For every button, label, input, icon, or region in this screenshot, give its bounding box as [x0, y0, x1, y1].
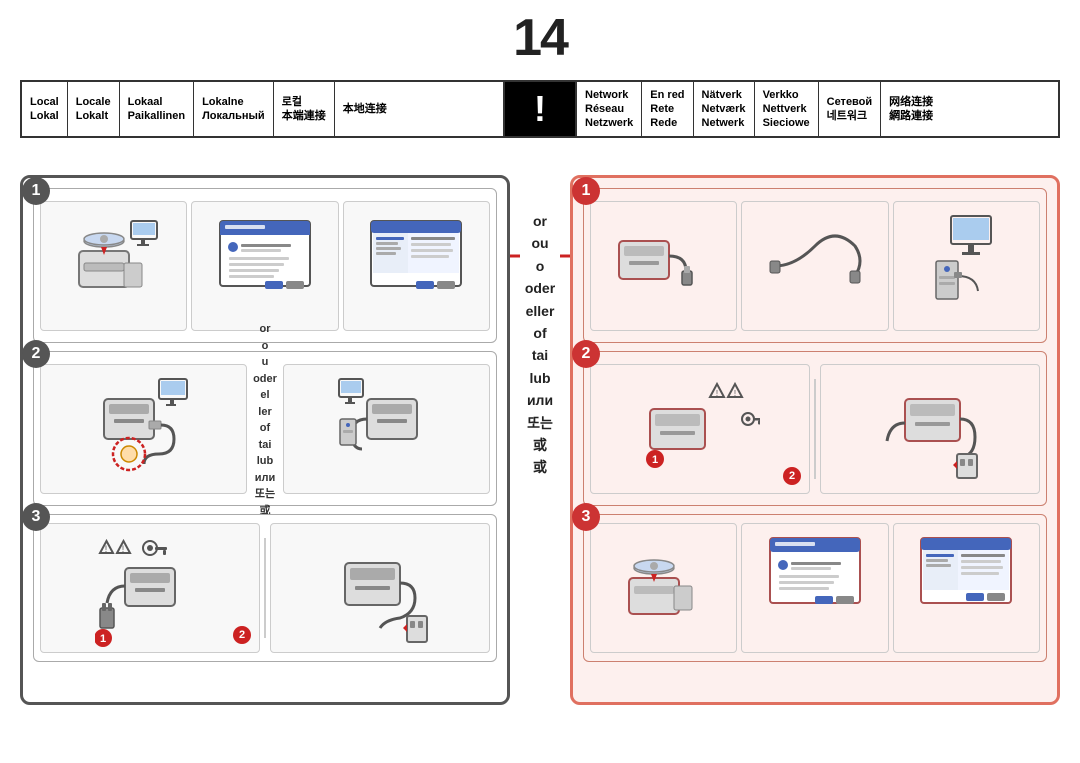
printer-connect2-icon	[325, 528, 435, 648]
header-left: Local Lokal Locale Lokalt Lokaal Paikall…	[22, 82, 505, 136]
right-step-1-content	[590, 195, 1040, 336]
left-step-1-cd	[40, 201, 187, 331]
right-step-2-num: 2	[572, 340, 600, 368]
right-step-1-row: 1	[583, 188, 1047, 343]
left-step-3-connect: ! ! 1 2	[40, 523, 260, 653]
left-step-2-printer	[40, 364, 247, 494]
right-step-1-num: 1	[572, 177, 600, 205]
header-right: Network Réseau Netzwerk En red Rete Rede…	[575, 82, 1058, 136]
left-step-1-software	[191, 201, 338, 331]
header-cell-network: Network Réseau Netzwerk	[577, 82, 642, 136]
software-net-screen-icon	[765, 523, 865, 653]
header-cell-natverk: Nätverk Netværk Netwerk	[694, 82, 755, 136]
step-number: 14	[513, 8, 567, 68]
settings-net-screen-icon	[916, 523, 1016, 653]
left-step-3-num: 3	[22, 503, 50, 531]
printer-net-connect-icon: 1 ! !	[640, 369, 760, 489]
header-cell-russian: Сетевой 네트워크	[819, 82, 882, 136]
header-cell-lokaal: Lokaal Paikallinen	[120, 82, 194, 136]
header-exclamation: !	[505, 82, 575, 136]
right-step-3-software	[741, 523, 888, 653]
header-cell-korean-local: 로컬 本端連接	[274, 82, 335, 136]
header-cell-chinese-net: 网络连接 網路連接	[881, 82, 941, 136]
svg-text:!: !	[716, 389, 718, 398]
right-step-3-settings	[893, 523, 1040, 653]
printer-usb-local-icon	[94, 369, 194, 489]
cd-install-net-icon	[619, 523, 709, 653]
right-step-2-divider	[814, 379, 816, 479]
right-step-1-printer	[590, 201, 737, 331]
left-step-2-printer2	[283, 364, 490, 494]
left-step-1-content	[40, 195, 490, 336]
right-step-3-content	[590, 521, 1040, 655]
right-step-1-cable	[741, 201, 888, 331]
header-cell-local: Local Lokal	[22, 82, 68, 136]
right-panel: 1	[570, 175, 1060, 705]
software-screen-icon	[215, 211, 315, 321]
left-step-3-divider	[264, 538, 266, 638]
right-step-2-printer2	[820, 364, 1040, 494]
left-step-3-connect2	[270, 523, 490, 653]
left-step-3-badge2: 2	[233, 626, 251, 644]
right-step-2-row: 2 1 ! !	[583, 351, 1047, 506]
right-step-3-row: 3	[583, 514, 1047, 662]
left-step-1-row: 1	[33, 188, 497, 343]
left-step-2-row: 2	[33, 351, 497, 506]
header-cell-en-red: En red Rete Rede	[642, 82, 693, 136]
printer-local-2-icon	[337, 369, 437, 489]
header-cell-chinese-local: 本地连接	[335, 82, 395, 136]
right-step-2-printer: 1 ! ! 2	[590, 364, 810, 494]
left-step-3-content: ! ! 1 2	[40, 521, 490, 655]
left-panel: 1	[20, 175, 510, 705]
right-step-3-num: 3	[572, 503, 600, 531]
svg-text:1: 1	[652, 454, 658, 466]
exclamation-mark: !	[534, 88, 546, 130]
left-step-1-settings	[343, 201, 490, 331]
svg-text:!: !	[734, 389, 736, 398]
left-step-3-row: 3 ! !	[33, 514, 497, 662]
svg-text:1: 1	[100, 633, 106, 645]
right-step-3-cd	[590, 523, 737, 653]
left-step-2-or: or o u oder el ler of tai lub или 또는 或 或	[251, 321, 279, 536]
cable-run-icon	[765, 206, 865, 326]
center-or-text: or ou o oder eller of tai lub или 또는 或 或	[525, 210, 555, 479]
pc-network-icon	[916, 206, 1016, 326]
printer-net-cable-icon	[614, 206, 714, 326]
svg-text:!: !	[105, 544, 108, 554]
svg-text:!: !	[122, 544, 125, 554]
right-step-1-pc	[893, 201, 1040, 331]
header-cell-lokalne: Lokalne Локальный	[194, 82, 274, 136]
header-bar: Local Lokal Locale Lokalt Lokaal Paikall…	[20, 80, 1060, 138]
settings-screen-icon	[366, 211, 466, 321]
left-step-1-num: 1	[22, 177, 50, 205]
header-cell-verkko: Verkko Nettverk Sieciowe	[755, 82, 819, 136]
left-step-2-num: 2	[22, 340, 50, 368]
printer-connect-icon: ! ! 1	[95, 528, 205, 648]
cd-install-icon	[69, 211, 159, 321]
header-cell-locale: Locale Lokalt	[68, 82, 120, 136]
right-step-2-content: 1 ! ! 2	[590, 358, 1040, 499]
printer-net-connect2-icon	[875, 369, 985, 489]
right-step-2-badge2: 2	[783, 467, 801, 485]
left-step-2-content: or o u oder el ler of tai lub или 또는 或 或	[40, 358, 490, 499]
